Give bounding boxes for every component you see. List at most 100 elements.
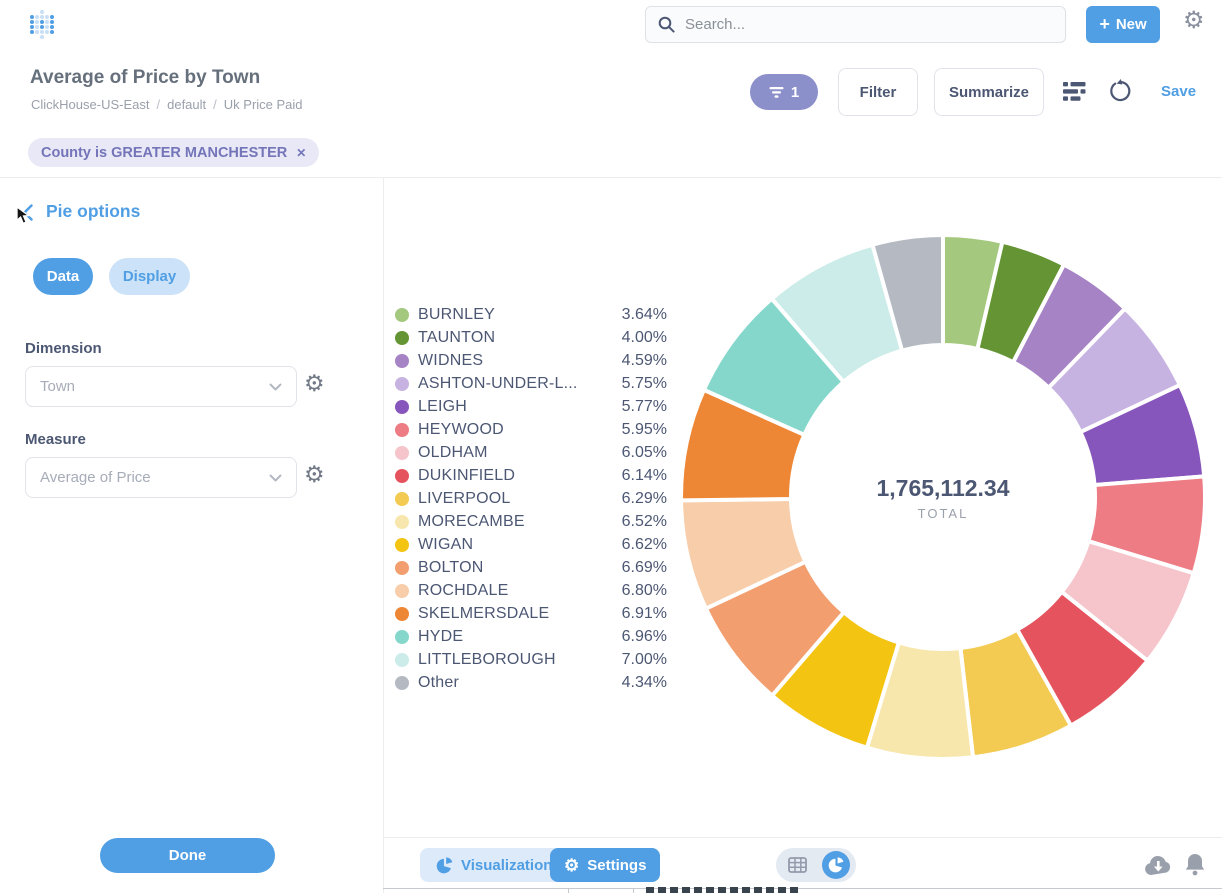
legend-item[interactable]: SKELMERSDALE 6.91% [395,602,667,625]
measure-value: Average of Price [40,469,269,486]
metabase-logo-icon[interactable] [30,10,56,40]
download-icon[interactable] [1144,855,1172,881]
close-icon[interactable]: ✕ [296,146,306,160]
legend-value: 6.52% [622,513,667,531]
clipped-content-dots [646,887,802,893]
filter-button-label: Filter [860,84,897,101]
search-bar[interactable] [645,6,1066,43]
legend-item[interactable]: LIVERPOOL 6.29% [395,487,667,510]
legend-swatch [395,469,409,483]
legend-item[interactable]: LITTLEBOROUGH 7.00% [395,648,667,671]
dimension-select[interactable]: Town [25,366,297,407]
new-button-label: New [1116,16,1147,33]
legend-item[interactable]: BOLTON 6.69% [395,556,667,579]
legend-swatch [395,538,409,552]
measure-select[interactable]: Average of Price [25,457,297,498]
breadcrumb-schema[interactable]: default [167,97,206,112]
plus-icon: + [1099,15,1110,33]
legend-swatch [395,584,409,598]
legend-swatch [395,607,409,621]
dimension-settings-gear-icon[interactable]: ⚙ [304,372,325,395]
legend-item[interactable]: Other 4.34% [395,671,667,694]
search-input[interactable] [685,16,1053,33]
measure-label: Measure [25,431,86,448]
legend-label: WIDNES [418,352,483,370]
legend-item[interactable]: HEYWOOD 5.95% [395,418,667,441]
legend-item[interactable]: ASHTON-UNDER-L... 5.75% [395,372,667,395]
legend-item[interactable]: MORECAMBE 6.52% [395,510,667,533]
legend-label: MORECAMBE [418,513,525,531]
dimension-value: Town [40,378,269,395]
table-view-toggle[interactable] [782,857,812,873]
legend-item[interactable]: TAUNTON 4.00% [395,326,667,349]
legend-label: LIVERPOOL [418,490,511,508]
legend-value: 6.91% [622,605,667,623]
legend-swatch [395,630,409,644]
legend-label: SKELMERSDALE [418,605,549,623]
bell-icon[interactable] [1184,853,1206,882]
breadcrumb: ClickHouse-US-East / default / Uk Price … [31,97,303,112]
new-button[interactable]: + New [1086,6,1160,43]
measure-settings-gear-icon[interactable]: ⚙ [304,463,325,486]
filter-count: 1 [791,84,799,101]
legend-item[interactable]: BURNLEY 3.64% [395,303,667,326]
legend-value: 5.77% [622,398,667,416]
pie-chart-icon [828,857,844,873]
legend-value: 6.80% [622,582,667,600]
history-icon[interactable] [1108,79,1132,108]
filter-icon [769,87,784,98]
legend-swatch [395,400,409,414]
legend-label: TAUNTON [418,329,495,347]
legend-label: ASHTON-UNDER-L... [418,375,578,393]
page-title[interactable]: Average of Price by Town [30,67,260,89]
legend-swatch [395,354,409,368]
notebook-icon[interactable] [1063,81,1086,107]
legend-value: 7.00% [622,651,667,669]
legend-value: 6.69% [622,559,667,577]
chevron-down-icon [269,383,282,391]
clipped-table-border [383,888,1222,889]
chart-total-value: 1,765,112.34 [876,475,1009,501]
visualization-button-label: Visualization [461,857,552,874]
settings-button[interactable]: ⚙ Settings [550,848,660,882]
filter-count-badge[interactable]: 1 [750,74,818,110]
filter-button[interactable]: Filter [838,68,918,116]
legend-item[interactable]: DUKINFIELD 6.14% [395,464,667,487]
legend-swatch [395,423,409,437]
legend-item[interactable]: LEIGH 5.77% [395,395,667,418]
legend-item[interactable]: HYDE 6.96% [395,625,667,648]
legend-item[interactable]: WIDNES 4.59% [395,349,667,372]
tab-display[interactable]: Display [109,258,190,295]
filter-chip[interactable]: County is GREATER MANCHESTER ✕ [28,138,319,167]
legend-label: LEIGH [418,398,467,416]
breadcrumb-database[interactable]: ClickHouse-US-East [31,97,149,112]
legend: BURNLEY 3.64% TAUNTON 4.00% WIDNES 4.59%… [395,303,667,694]
gear-icon: ⚙ [564,857,579,874]
legend-label: OLDHAM [418,444,488,462]
sidebar-title[interactable]: Pie options [46,201,140,222]
sidebar-divider [383,178,384,893]
settings-button-label: Settings [587,857,646,874]
legend-value: 6.29% [622,490,667,508]
legend-value: 5.95% [622,421,667,439]
metabase-app: + New ⚙ Average of Price by Town ClickHo… [0,0,1222,893]
chevron-down-icon [269,474,282,482]
search-icon [658,16,675,33]
legend-label: Other [418,674,459,692]
filter-chip-label: County is GREATER MANCHESTER [41,145,287,161]
back-icon[interactable] [22,204,33,226]
summarize-button[interactable]: Summarize [934,68,1044,116]
legend-item[interactable]: WIGAN 6.62% [395,533,667,556]
save-button[interactable]: Save [1161,83,1196,100]
pie-view-toggle[interactable] [822,851,850,879]
header-divider [0,177,1222,178]
legend-label: HEYWOOD [418,421,504,439]
done-button[interactable]: Done [100,838,275,873]
clipped-column-divider [568,888,569,893]
tab-data[interactable]: Data [33,258,93,295]
gear-icon[interactable]: ⚙ [1183,9,1205,33]
visualization-button[interactable]: Visualization [420,848,568,882]
legend-item[interactable]: ROCHDALE 6.80% [395,579,667,602]
legend-item[interactable]: OLDHAM 6.05% [395,441,667,464]
breadcrumb-table[interactable]: Uk Price Paid [224,97,303,112]
